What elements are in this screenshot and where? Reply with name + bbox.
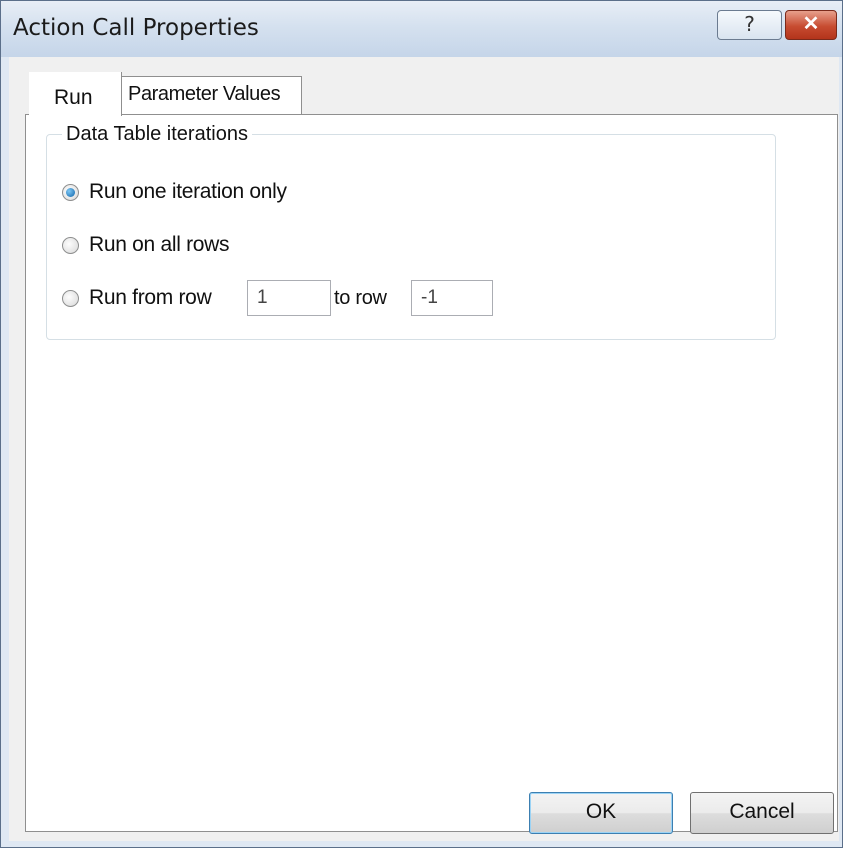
radio-button-checked[interactable] — [62, 183, 79, 201]
tab-panel: Data Table iterations Run one iteration … — [25, 114, 838, 832]
window-title: Action Call Properties — [13, 15, 259, 41]
from-row-input[interactable]: 1 — [247, 280, 331, 316]
radio-button[interactable] — [62, 236, 79, 254]
help-button[interactable]: ? — [717, 10, 782, 40]
tab-run-label: Run — [54, 86, 93, 109]
radio-run-from-row[interactable]: Run from row — [62, 284, 212, 312]
title-bar[interactable]: Action Call Properties ? ✕ — [1, 1, 842, 57]
close-button[interactable]: ✕ — [785, 10, 837, 40]
radio-label: Run on all rows — [89, 233, 230, 256]
radio-button[interactable] — [62, 289, 79, 307]
radio-label: Run from row — [89, 286, 212, 309]
dialog-window: Action Call Properties ? ✕ Run Parameter… — [0, 0, 843, 848]
ok-button[interactable]: OK — [529, 792, 673, 834]
help-icon: ? — [744, 12, 755, 36]
to-row-label: to row — [334, 287, 387, 309]
tab-parameter-values[interactable]: Parameter Values — [121, 76, 302, 114]
cancel-button[interactable]: Cancel — [690, 792, 834, 834]
to-row-input[interactable]: -1 — [411, 280, 493, 316]
radio-run-one-iteration[interactable]: Run one iteration only — [62, 178, 287, 206]
dialog-client: Run Parameter Values Data Table iteratio… — [9, 57, 839, 841]
group-label: Data Table iterations — [62, 123, 252, 146]
tab-parameter-values-label: Parameter Values — [128, 83, 281, 105]
tab-run[interactable]: Run — [29, 72, 122, 116]
close-icon: ✕ — [802, 13, 820, 35]
radio-label: Run one iteration only — [89, 180, 287, 203]
data-table-iterations-group: Data Table iterations Run one iteration … — [46, 123, 776, 340]
radio-run-all-rows[interactable]: Run on all rows — [62, 231, 230, 259]
